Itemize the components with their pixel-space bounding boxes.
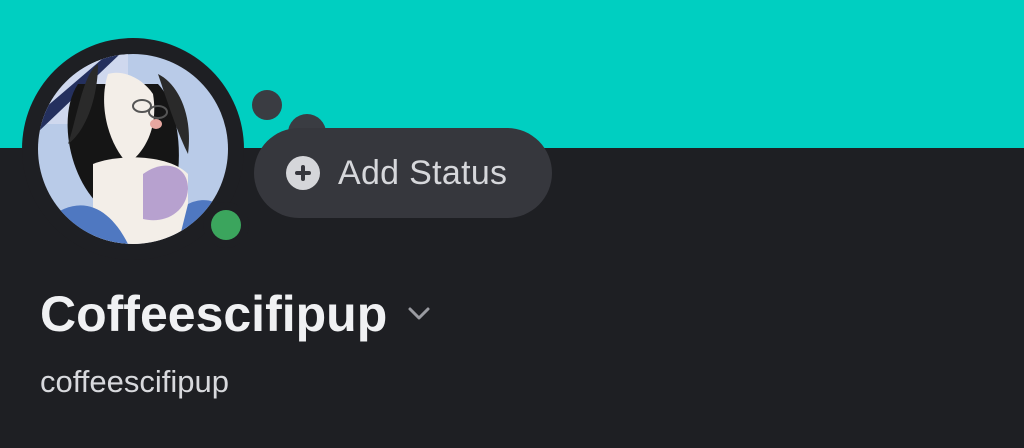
- display-name-row[interactable]: Coffeescifipup: [40, 285, 431, 343]
- avatar[interactable]: [38, 54, 228, 244]
- username: coffeescifipup: [40, 364, 229, 399]
- plus-circle-icon: [286, 156, 320, 190]
- online-status-icon: [211, 210, 241, 240]
- avatar-frame[interactable]: [22, 38, 249, 260]
- avatar-illustration-icon: [38, 54, 228, 244]
- add-status-label: Add Status: [338, 153, 508, 192]
- presence-indicator: [203, 202, 249, 248]
- display-name: Coffeescifipup: [40, 286, 388, 342]
- add-status-button[interactable]: Add Status: [254, 128, 552, 218]
- thought-bubble-dot: [252, 90, 282, 120]
- chevron-down-icon[interactable]: [407, 306, 431, 322]
